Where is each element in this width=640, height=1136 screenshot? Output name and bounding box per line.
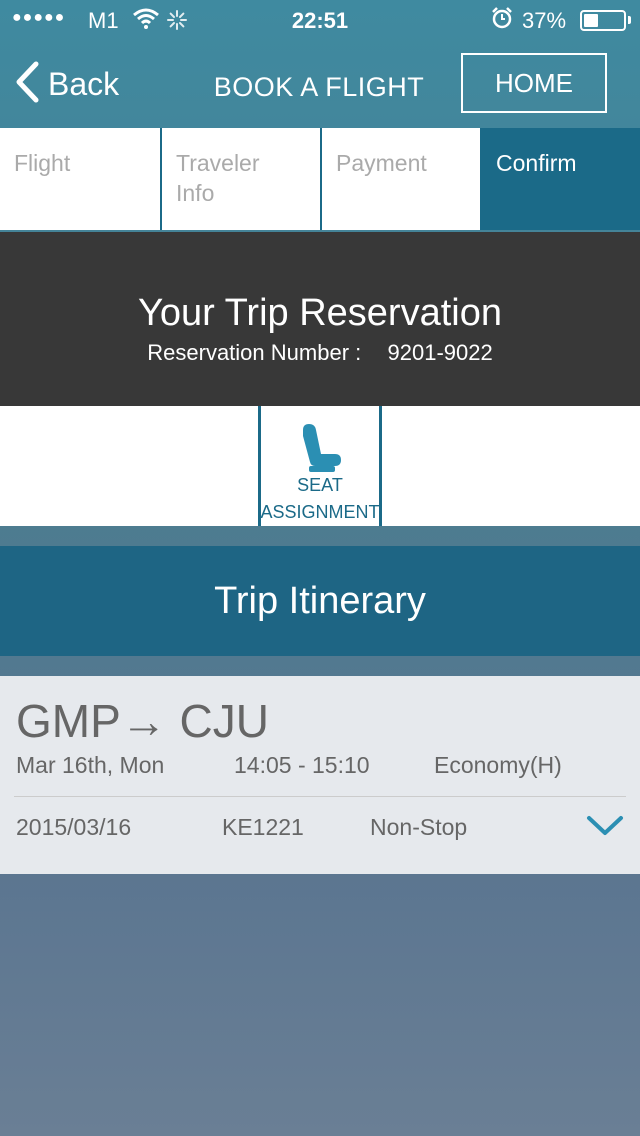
seat-assignment-label: SEAT ASSIGNMENT <box>260 475 380 522</box>
flight-number: KE1221 <box>222 814 304 840</box>
step-label: Traveler Info <box>176 150 260 206</box>
battery-icon <box>580 10 626 31</box>
itinerary-card[interactable]: GMP→ CJU Mar 16th, Mon 14:05 - 15:10 Eco… <box>0 676 640 874</box>
reservation-title: Your Trip Reservation <box>137 292 502 334</box>
back-button[interactable]: Back <box>14 61 120 108</box>
booking-steps: Flight Traveler Info Payment Confirm <box>0 128 640 230</box>
nav-bar: Back BOOK A FLIGHT HOME <box>0 40 640 128</box>
status-bar: ●●●●● M1 22:51 37% <box>0 0 640 40</box>
step-traveler-info[interactable]: Traveler Info <box>162 128 320 230</box>
flight-route: GMP→ CJU <box>16 695 269 747</box>
seat-icon <box>299 424 343 479</box>
battery-percentage: 37% <box>522 8 567 33</box>
chevron-left-icon <box>14 61 40 108</box>
chevron-down-icon[interactable] <box>586 814 624 843</box>
itinerary-header: Trip Itinerary <box>0 546 640 656</box>
step-confirm[interactable]: Confirm <box>482 128 640 230</box>
step-label: Flight <box>14 150 71 176</box>
reservation-number-line: Reservation Number : 9201-9022 <box>0 340 640 366</box>
battery-tip <box>628 16 631 24</box>
step-flight[interactable]: Flight <box>0 128 160 230</box>
divider <box>14 796 626 797</box>
page-title: BOOK A FLIGHT <box>213 72 425 102</box>
reservation-banner: Your Trip Reservation Reservation Number… <box>0 232 640 406</box>
reservation-number-label: Reservation Number : <box>147 340 362 365</box>
battery-level <box>584 14 598 27</box>
home-button[interactable]: HOME <box>461 53 607 113</box>
flight-date-text: Mar 16th, Mon <box>16 752 165 778</box>
reservation-number: 9201-9022 <box>387 340 493 365</box>
seat-assignment-button[interactable]: SEAT ASSIGNMENT <box>258 406 382 526</box>
flight-date: 2015/03/16 <box>16 814 132 840</box>
actions-row: SEAT ASSIGNMENT <box>0 406 640 526</box>
step-payment[interactable]: Payment <box>322 128 480 230</box>
step-label: Payment <box>336 150 427 176</box>
cabin-class: Economy(H) <box>434 752 562 778</box>
flight-time: 14:05 - 15:10 <box>234 752 370 778</box>
alarm-icon <box>490 6 514 36</box>
step-label: Confirm <box>496 150 577 176</box>
back-label: Back <box>48 65 120 102</box>
stops: Non-Stop <box>370 814 468 840</box>
